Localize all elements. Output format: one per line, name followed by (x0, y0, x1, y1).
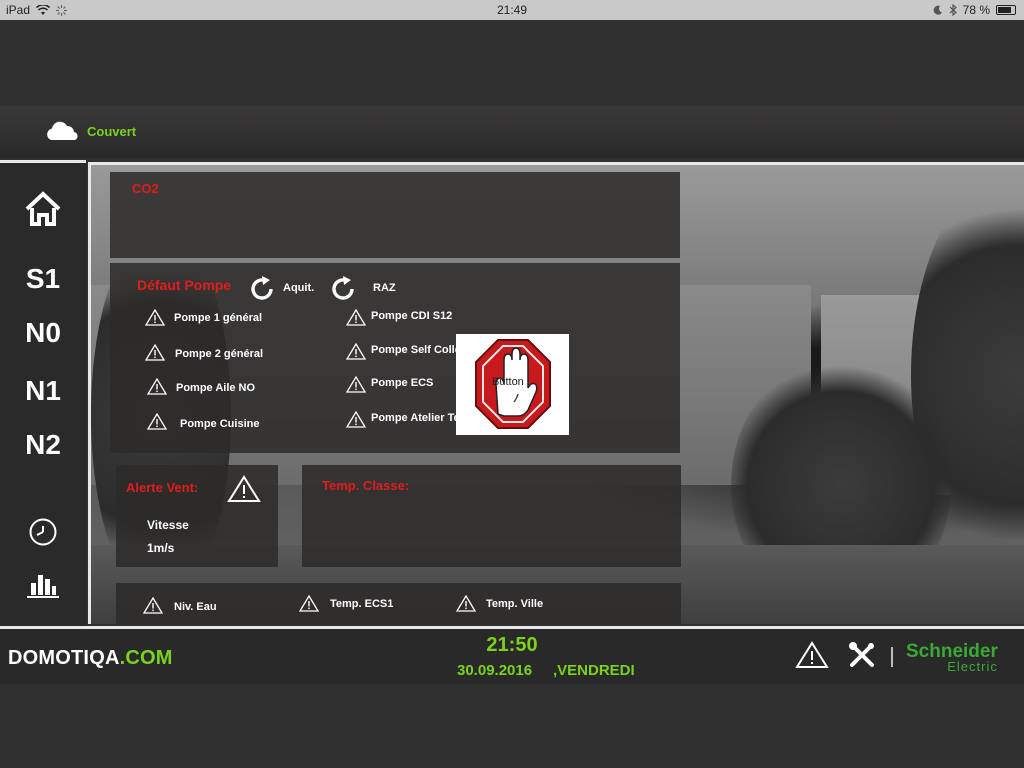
bottom-alarm-item: Temp. ECS1 (298, 594, 393, 617)
pump-alarm-label: Pompe CDI S12 (371, 310, 453, 322)
warning-icon (298, 594, 320, 612)
pump-alarm-label: Pompe 1 général (174, 312, 263, 324)
acknowledge-button[interactable]: Aquit. (283, 282, 314, 294)
bluetooth-icon (949, 4, 957, 16)
battery-icon (996, 5, 1016, 15)
wind-speed-value: 1m/s (147, 541, 175, 555)
pump-alarm-label: Pompe ECS (371, 377, 434, 389)
sidebar-item-clock[interactable] (0, 517, 86, 554)
footer-date: 30.09.2016 (457, 662, 533, 679)
pump-alarm-item: Pompe 1 général (144, 308, 262, 331)
classroom-temp-title: Temp. Classe: (322, 478, 410, 493)
stop-button[interactable]: Button (456, 334, 569, 435)
wind-alert-title: Alerte Vent: (126, 480, 199, 495)
status-bar: iPad 21:49 78 % (0, 0, 1024, 20)
warning-icon (146, 412, 168, 430)
footer-bar: DOMOTIQA.COM 21:50 30.09.2016 ,VENDREDI … (0, 626, 1024, 684)
wind-alert-panel: Alerte Vent: Vitesse 1m/s (116, 465, 278, 567)
pump-fault-panel: Défaut Pompe Aquit. RAZ Pompe 1 général … (110, 263, 680, 453)
stop-button-label: Button (492, 376, 524, 388)
sidebar: S1 N0 N1 N2 (0, 160, 86, 626)
cloud-icon (47, 121, 78, 140)
wind-speed-label: Vitesse (147, 518, 189, 532)
reset-button[interactable]: RAZ (373, 282, 396, 294)
pump-alarm-item: Pompe Cuisine (146, 412, 259, 435)
warning-icon (146, 377, 168, 395)
status-time: 21:49 (496, 3, 528, 17)
bottom-alarm-label: Temp. Ville (486, 598, 544, 610)
pump-alarm-label: Pompe Cuisine (180, 418, 260, 430)
footer-divider (891, 647, 893, 667)
bottom-alarm-panel: Niv. Eau Temp. ECS1 Temp. Ville (116, 583, 681, 624)
tools-icon[interactable] (848, 641, 876, 669)
vendor-logo: Schneider Electric (906, 641, 998, 674)
pump-alarm-item: Pompe ECS (345, 375, 433, 398)
weather-label: Couvert (87, 124, 137, 139)
pump-alarm-label: Pompe Aile NO (176, 382, 256, 394)
co2-title: CO2 (132, 181, 159, 196)
sidebar-item-n0[interactable]: N0 (0, 317, 86, 349)
main-view: CO2 Défaut Pompe Aquit. RAZ Pompe 1 géné… (88, 162, 1024, 624)
co2-panel: CO2 (110, 172, 680, 258)
warning-icon (142, 596, 164, 614)
sidebar-item-n1[interactable]: N1 (0, 375, 86, 407)
reset-icon[interactable] (329, 275, 357, 303)
pump-alarm-item: Pompe Self Collè (345, 342, 461, 365)
pump-alarm-item: Pompe Aile NO (146, 377, 255, 400)
classroom-temp-panel: Temp. Classe: (302, 465, 681, 567)
warning-icon (345, 308, 367, 326)
bottom-alarm-item: Temp. Ville (455, 594, 543, 617)
screen: iPad 21:49 78 % Couvert S1 N0 N1 N2 CO2 … (0, 0, 1024, 768)
warning-icon (227, 475, 261, 502)
bottom-alarm-label: Niv. Eau (174, 601, 217, 613)
home-icon (25, 191, 61, 226)
bottom-alarm-item: Niv. Eau (142, 596, 217, 619)
pump-alarm-label: Pompe Self Collè (371, 344, 461, 356)
warning-icon (144, 343, 166, 361)
pump-alarm-label: Pompe 2 général (175, 348, 264, 360)
acknowledge-icon[interactable] (248, 275, 276, 303)
warning-icon (345, 342, 367, 360)
pump-alarm-item: Pompe CDI S12 (345, 308, 452, 331)
sidebar-item-s1[interactable]: S1 (0, 263, 86, 295)
bar-chart-icon (27, 575, 59, 598)
pump-fault-title: Défaut Pompe (137, 277, 232, 293)
clock-icon (29, 518, 57, 546)
pump-alarm-label: Pompe Atelier Tec (371, 412, 466, 424)
warning-icon (455, 594, 477, 612)
sidebar-item-home[interactable] (0, 191, 86, 234)
pump-alarm-item: Pompe Atelier Tec (345, 410, 466, 433)
warning-icon (345, 410, 367, 428)
alarm-warning-icon[interactable] (795, 641, 829, 669)
sidebar-item-stats[interactable] (0, 571, 86, 606)
sidebar-item-n2[interactable]: N2 (0, 429, 86, 461)
moon-icon (933, 5, 942, 15)
warning-icon (345, 375, 367, 393)
warning-icon (144, 308, 166, 326)
pump-alarm-item: Pompe 2 général (144, 343, 263, 366)
weather-band: Couvert (0, 106, 1024, 158)
footer-day: ,VENDREDI (553, 662, 635, 679)
bottom-alarm-label: Temp. ECS1 (330, 598, 394, 610)
battery-percent: 78 % (962, 3, 990, 17)
